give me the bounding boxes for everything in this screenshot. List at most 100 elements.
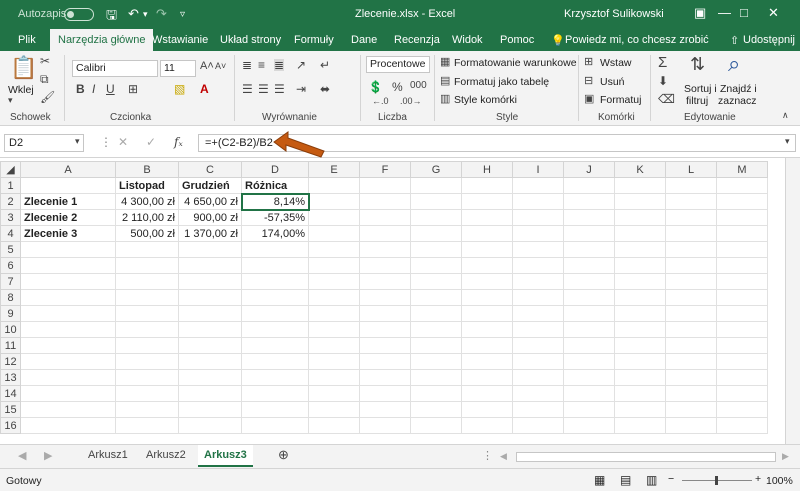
font-name-box[interactable]: Calibri <box>72 60 158 77</box>
cell-h8[interactable] <box>461 289 513 306</box>
cell-c3[interactable]: 900,00 zł <box>178 209 242 226</box>
cell-d3[interactable]: -57,35% <box>241 209 309 226</box>
cell-c7[interactable] <box>178 273 242 290</box>
sort-label-1[interactable]: Sortuj i <box>684 83 717 95</box>
cell-k9[interactable] <box>614 305 666 322</box>
row-header[interactable]: 3 <box>0 209 21 226</box>
cell-a3[interactable]: Zlecenie 2 <box>20 209 116 226</box>
cell-j1[interactable] <box>563 177 615 194</box>
cell-c10[interactable] <box>178 321 242 338</box>
italic-icon[interactable]: I <box>92 83 95 95</box>
bold-icon[interactable]: B <box>76 83 85 95</box>
cell-b13[interactable] <box>115 369 179 386</box>
cell-b5[interactable] <box>115 241 179 258</box>
comma-style-icon[interactable]: 000 <box>410 81 427 91</box>
cell-j12[interactable] <box>563 353 615 370</box>
cell-e5[interactable] <box>308 241 360 258</box>
cell-k11[interactable] <box>614 337 666 354</box>
row-header[interactable]: 12 <box>0 353 21 370</box>
cell-j9[interactable] <box>563 305 615 322</box>
cancel-icon[interactable]: ✕ <box>118 136 128 148</box>
align-left-icon[interactable]: ☰ <box>242 83 253 95</box>
cell-k2[interactable] <box>614 193 666 210</box>
cell-f12[interactable] <box>359 353 411 370</box>
cell-h4[interactable] <box>461 225 513 242</box>
cell-j16[interactable] <box>563 417 615 434</box>
cell-styles-button[interactable]: Style komórki <box>454 94 517 106</box>
cell-a1[interactable] <box>20 177 116 194</box>
cell-m9[interactable] <box>716 305 768 322</box>
cell-g8[interactable] <box>410 289 462 306</box>
conditional-format-button[interactable]: Formatowanie warunkowe <box>454 57 577 69</box>
align-top-icon[interactable]: ≣ <box>242 59 252 71</box>
column-header-a[interactable]: A <box>20 161 116 178</box>
cell-k15[interactable] <box>614 401 666 418</box>
cell-b15[interactable] <box>115 401 179 418</box>
redo-icon[interactable]: ↷ <box>156 6 167 22</box>
cell-j2[interactable] <box>563 193 615 210</box>
cell-b2[interactable]: 4 300,00 zł <box>115 193 179 210</box>
row-header[interactable]: 13 <box>0 369 21 386</box>
column-header-e[interactable]: E <box>308 161 360 178</box>
format-cells-button[interactable]: Formatuj <box>600 94 641 106</box>
cell-c2[interactable]: 4 650,00 zł <box>178 193 242 210</box>
cell-g15[interactable] <box>410 401 462 418</box>
row-header[interactable]: 1 <box>0 177 21 194</box>
cell-l15[interactable] <box>665 401 717 418</box>
cell-d9[interactable] <box>241 305 309 322</box>
borders-icon[interactable]: ⊞ <box>128 83 138 95</box>
tab-splitter-icon[interactable]: ⋮ <box>482 449 493 462</box>
row-header[interactable]: 7 <box>0 273 21 290</box>
cell-h6[interactable] <box>461 257 513 274</box>
cell-d6[interactable] <box>241 257 309 274</box>
undo-icon[interactable]: ↶ <box>128 6 139 22</box>
insert-cells-button[interactable]: Wstaw <box>600 57 632 69</box>
cell-d11[interactable] <box>241 337 309 354</box>
cell-m11[interactable] <box>716 337 768 354</box>
cell-k5[interactable] <box>614 241 666 258</box>
cell-f11[interactable] <box>359 337 411 354</box>
cell-i1[interactable] <box>512 177 564 194</box>
cell-f13[interactable] <box>359 369 411 386</box>
cell-e13[interactable] <box>308 369 360 386</box>
number-format-box[interactable]: Procentowe <box>366 56 430 73</box>
cell-d4[interactable]: 174,00% <box>241 225 309 242</box>
cell-h13[interactable] <box>461 369 513 386</box>
row-header[interactable]: 2 <box>0 193 21 210</box>
shrink-font-icon[interactable]: A˅ <box>215 62 226 71</box>
cell-l4[interactable] <box>665 225 717 242</box>
cell-g3[interactable] <box>410 209 462 226</box>
cell-l3[interactable] <box>665 209 717 226</box>
cell-a11[interactable] <box>20 337 116 354</box>
cell-e11[interactable] <box>308 337 360 354</box>
cell-k6[interactable] <box>614 257 666 274</box>
cell-d12[interactable] <box>241 353 309 370</box>
cell-h9[interactable] <box>461 305 513 322</box>
cells-table[interactable]: ◢ A B C D E F G H I J K L M 1 Listopad Grudzień Różnica 2… <box>0 161 768 434</box>
cell-e9[interactable] <box>308 305 360 322</box>
cell-i15[interactable] <box>512 401 564 418</box>
cell-b9[interactable] <box>115 305 179 322</box>
cell-m13[interactable] <box>716 369 768 386</box>
cell-h2[interactable] <box>461 193 513 210</box>
cell-d13[interactable] <box>241 369 309 386</box>
cell-g12[interactable] <box>410 353 462 370</box>
cell-m5[interactable] <box>716 241 768 258</box>
cell-m14[interactable] <box>716 385 768 402</box>
row-header[interactable]: 10 <box>0 321 21 338</box>
cell-e1[interactable] <box>308 177 360 194</box>
cell-d16[interactable] <box>241 417 309 434</box>
cell-j8[interactable] <box>563 289 615 306</box>
cell-m2[interactable] <box>716 193 768 210</box>
currency-icon[interactable]: 💲 <box>368 81 383 93</box>
cell-i13[interactable] <box>512 369 564 386</box>
close-icon[interactable]: ✕ <box>768 5 779 21</box>
cell-k4[interactable] <box>614 225 666 242</box>
cell-c15[interactable] <box>178 401 242 418</box>
cell-g16[interactable] <box>410 417 462 434</box>
cell-b1[interactable]: Listopad <box>115 177 179 194</box>
cell-a15[interactable] <box>20 401 116 418</box>
zoom-level[interactable]: 100% <box>766 475 793 487</box>
row-header[interactable]: 4 <box>0 225 21 242</box>
cell-f9[interactable] <box>359 305 411 322</box>
